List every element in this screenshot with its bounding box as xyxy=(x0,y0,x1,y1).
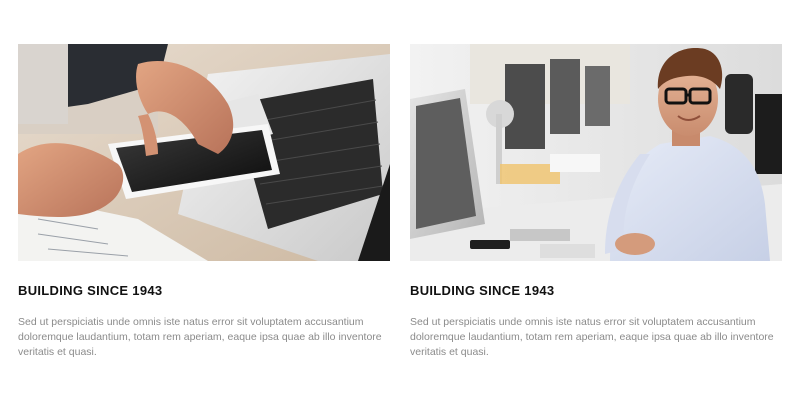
card-image-tablet xyxy=(18,44,390,261)
card-description: Sed ut perspiciatis unde omnis iste natu… xyxy=(410,316,774,358)
feature-card-1: BUILDING SINCE 1943 Sed ut perspiciatis … xyxy=(18,44,390,360)
card-title: BUILDING SINCE 1943 xyxy=(410,283,555,298)
card-image-office-man xyxy=(410,44,782,261)
feature-card-2: BUILDING SINCE 1943 Sed ut perspiciatis … xyxy=(410,44,782,360)
page: BUILDING SINCE 1943 Sed ut perspiciatis … xyxy=(0,0,800,400)
card-title: BUILDING SINCE 1943 xyxy=(18,283,163,298)
card-description: Sed ut perspiciatis unde omnis iste natu… xyxy=(18,316,382,358)
